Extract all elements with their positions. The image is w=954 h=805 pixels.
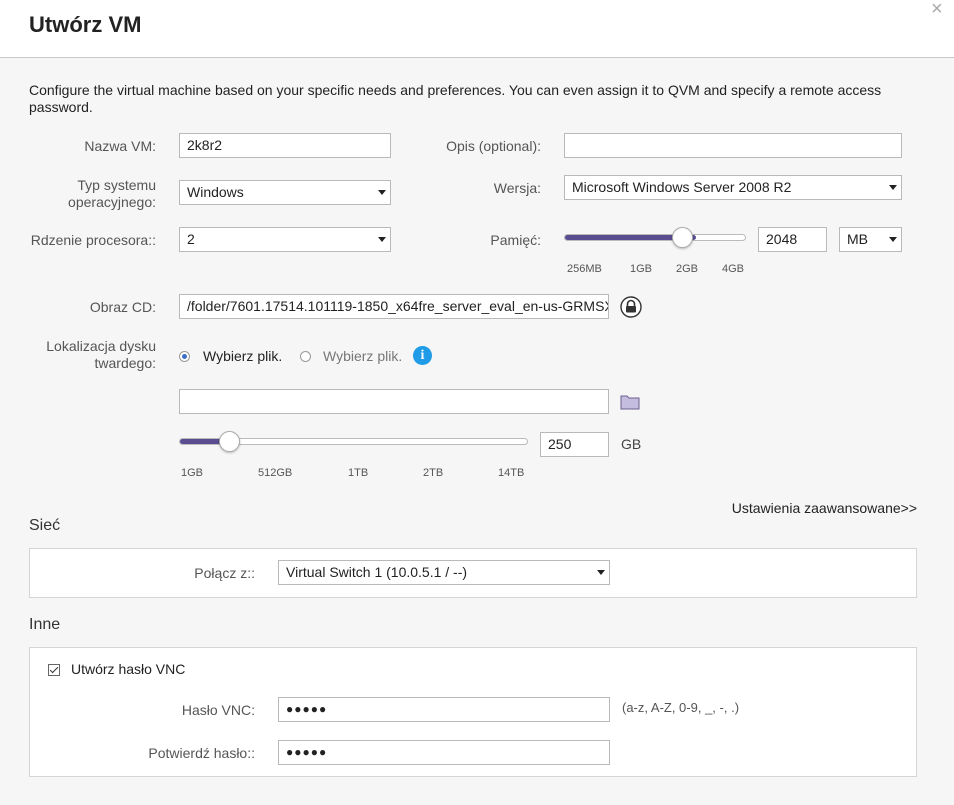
- disk-size-unit: GB: [621, 436, 642, 452]
- disk-path-input[interactable]: [179, 389, 609, 414]
- memory-slider-track[interactable]: [564, 234, 746, 241]
- dialog-title: Utwórz VM: [29, 12, 142, 37]
- disk-size-slider-thumb[interactable]: [219, 431, 240, 452]
- cpu-cores-label: Rdzenie procesora::: [30, 232, 156, 248]
- memory-unit-select[interactable]: MB: [839, 227, 902, 252]
- vnc-checkbox-label[interactable]: Utwórz hasło VNC: [71, 661, 185, 677]
- disk-option-2-radio[interactable]: [300, 351, 311, 362]
- cpu-cores-select[interactable]: 2: [179, 227, 391, 252]
- memory-tick: 4GB: [722, 263, 745, 275]
- dialog-description: Configure the virtual machine based on y…: [29, 82, 882, 115]
- other-section-title: Inne: [29, 616, 61, 633]
- vnc-password-checkbox[interactable]: [48, 664, 60, 676]
- folder-icon[interactable]: [620, 393, 640, 411]
- disk-size-tick: 2TB: [423, 467, 444, 479]
- close-icon[interactable]: ×: [931, 0, 943, 21]
- vnc-password-input[interactable]: ●●●●●: [278, 697, 610, 722]
- disk-size-tick: 1GB: [181, 467, 204, 479]
- memory-slider-thumb[interactable]: [672, 227, 693, 248]
- disk-option-1-label[interactable]: Wybierz plik.: [203, 348, 282, 364]
- memory-label: Pamięć:: [490, 232, 541, 248]
- os-type-select[interactable]: Windows: [179, 180, 391, 205]
- cd-image-input[interactable]: /folder/7601.17514.101119-1850_x64fre_se…: [179, 294, 609, 319]
- disk-location-label: Lokalizacja dysku twardego:: [46, 338, 156, 371]
- disk-size-tick: 14TB: [498, 467, 525, 479]
- cd-image-label: Obraz CD:: [89, 299, 156, 315]
- disk-size-tick: 512GB: [258, 467, 293, 479]
- memory-value-input[interactable]: 2048: [758, 227, 827, 252]
- confirm-password-input[interactable]: ●●●●●: [278, 740, 610, 765]
- disk-option-2-label[interactable]: Wybierz plik.: [323, 348, 402, 364]
- dialog-header: Utwórz VM ×: [0, 0, 954, 58]
- vnc-password-label: Hasło VNC:: [181, 702, 255, 718]
- lock-icon[interactable]: [620, 296, 642, 318]
- description-label: Opis (optional):: [446, 138, 541, 154]
- info-icon[interactable]: i: [413, 346, 432, 365]
- vnc-password-hint: (a-z, A-Z, 0-9, _, -, .): [622, 700, 740, 715]
- memory-tick: 2GB: [676, 263, 699, 275]
- memory-tick: 1GB: [630, 263, 653, 275]
- vm-name-input[interactable]: 2k8r2: [179, 133, 391, 158]
- advanced-settings-link[interactable]: Ustawienia zaawansowane>>: [690, 500, 917, 516]
- disk-option-1-radio[interactable]: [179, 351, 190, 362]
- description-input[interactable]: [564, 133, 902, 158]
- version-label: Wersja:: [493, 180, 541, 196]
- disk-size-tick: 1TB: [348, 467, 369, 479]
- network-switch-select[interactable]: Virtual Switch 1 (10.0.5.1 / --): [278, 560, 610, 585]
- network-section-title: Sieć: [29, 517, 61, 534]
- connect-label: Połącz z::: [194, 565, 255, 581]
- disk-size-input[interactable]: 250: [540, 432, 609, 457]
- version-select[interactable]: Microsoft Windows Server 2008 R2: [564, 175, 902, 200]
- memory-tick: 256MB: [567, 263, 602, 275]
- confirm-password-label: Potwierdź hasło::: [148, 745, 255, 761]
- vm-name-label: Nazwa VM:: [84, 138, 156, 154]
- os-type-label: Typ systemu operacyjnego:: [68, 177, 156, 210]
